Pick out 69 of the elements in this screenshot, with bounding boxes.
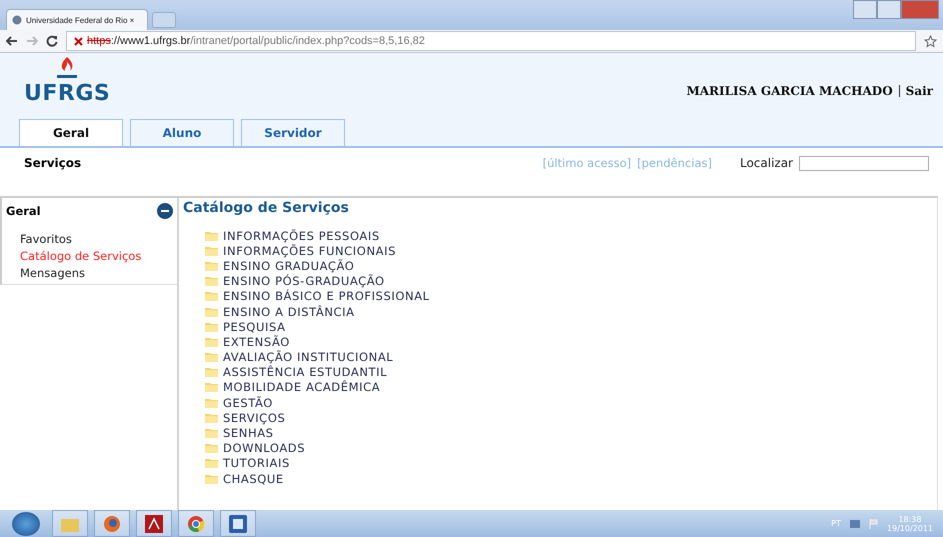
catalog-title: Catálogo de Serviços — [183, 200, 350, 216]
folder-link[interactable]: ENSINO GRADUAÇÃO — [223, 258, 354, 273]
folder-link[interactable]: ENSINO BÁSICO E PROFISSIONAL — [223, 289, 430, 304]
folder-link[interactable]: MOBILIDADE ACADÊMICA — [223, 380, 380, 394]
folder-icon — [205, 322, 218, 332]
folder-link[interactable]: AVALIAÇÃO INSTITUCIONAL — [223, 350, 394, 364]
search-label: Localizar — [740, 156, 793, 170]
folder-icon — [205, 398, 218, 408]
folder-icon — [205, 246, 218, 256]
sidebar-title: Geral — [6, 204, 41, 218]
folder-link[interactable]: TUTORIAIS — [223, 456, 290, 470]
folder-icon — [205, 443, 218, 454]
nav-tab[interactable]: Geral — [19, 119, 123, 146]
clock-date: 19/10/2011 — [886, 524, 933, 532]
folder-icon — [205, 336, 218, 347]
collapse-icon[interactable] — [157, 203, 173, 219]
folder-icon — [205, 260, 218, 271]
star-icon[interactable] — [924, 34, 937, 48]
folder-icon — [205, 291, 218, 302]
chrome-taskbar-icon[interactable] — [178, 510, 214, 537]
folder-icon — [205, 428, 218, 438]
start-button[interactable] — [12, 512, 40, 536]
folder-icon — [205, 382, 218, 392]
section-title: Serviços — [24, 156, 82, 170]
search-field[interactable] — [799, 156, 929, 170]
folder-link[interactable]: ENSINO PÓS-GRADUAÇÃO — [223, 274, 385, 288]
folder-link[interactable]: EXTENSÃO — [223, 334, 290, 349]
folder-icon — [205, 367, 218, 378]
clock-time: 18:38 — [898, 514, 922, 524]
explorer-taskbar-icon[interactable] — [52, 510, 88, 537]
sidebar-link[interactable]: Catálogo de Serviços — [20, 248, 142, 265]
folder-icon — [205, 412, 218, 423]
nav-tab[interactable]: Servidor — [241, 119, 345, 146]
pdf-taskbar-icon[interactable] — [136, 510, 172, 537]
folder-icon — [205, 352, 218, 362]
folder-link[interactable]: DOWNLOADS — [223, 441, 306, 456]
folder-link[interactable]: PESQUISA — [223, 320, 286, 334]
reload-icon[interactable] — [46, 35, 58, 47]
folder-link[interactable]: ENSINO A DISTÂNCIA — [223, 304, 355, 319]
folder-icon — [205, 230, 218, 241]
sidebar-link[interactable]: Favoritos — [20, 231, 72, 248]
back-icon[interactable] — [6, 36, 18, 46]
globe-icon — [12, 15, 22, 25]
folder-icon — [205, 306, 218, 317]
folder-link[interactable]: SERVIÇOS — [223, 410, 286, 425]
minimize-button[interactable] — [853, 0, 877, 19]
sidebar-link[interactable]: Mensagens — [20, 265, 85, 282]
folder-link[interactable]: CHASQUE — [223, 472, 284, 486]
network-icon[interactable] — [848, 518, 861, 528]
folder-link[interactable]: INFORMAÇÕES PESSOAIS — [223, 228, 380, 243]
folder-link[interactable]: INFORMAÇÕES FUNCIONAIS — [223, 244, 396, 258]
maximize-button[interactable] — [877, 0, 901, 19]
browser-tab[interactable]: Universidade Federal do Rio × — [6, 9, 148, 30]
word-taskbar-icon[interactable] — [220, 510, 256, 537]
nav-tab[interactable]: Aluno — [130, 119, 234, 146]
tab-title: Universidade Federal do Rio × — [26, 16, 134, 24]
logout-link[interactable]: Sair — [906, 84, 933, 98]
browser-taskbar-icon[interactable] — [94, 510, 130, 537]
warning-icon — [73, 36, 84, 46]
folder-link[interactable]: GESTÃO — [223, 396, 273, 410]
address-bar[interactable]: https://www1.ufrgs.br/intranet/portal/public/index.php?cods=8,5,16,82 — [66, 31, 916, 51]
url-text: https://www1.ufrgs.br/intranet/portal/public/index.php?cods=8,5,16,82 — [87, 35, 425, 47]
folder-link[interactable]: ASSISTÊNCIA ESTUDANTIL — [223, 365, 388, 380]
folder-link[interactable]: SENHAS — [223, 426, 274, 440]
folder-icon — [205, 276, 218, 286]
user-name: MARILISA GARCIA MACHADO — [686, 84, 893, 98]
folder-icon — [205, 474, 218, 484]
folder-icon — [205, 458, 218, 468]
logo-text: UFRGS — [24, 82, 110, 106]
